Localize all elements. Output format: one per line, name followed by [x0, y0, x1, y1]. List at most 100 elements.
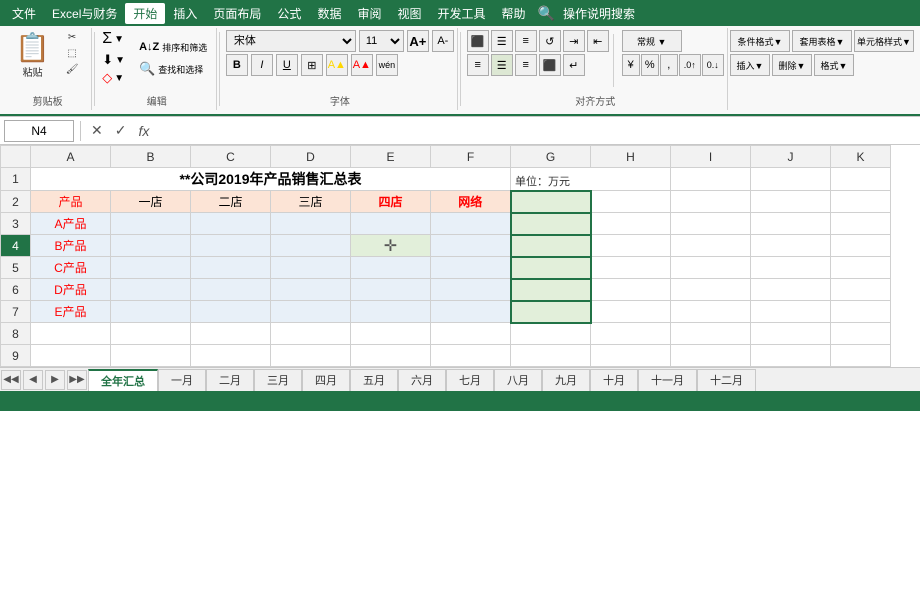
- sort-filter-button[interactable]: A↓Z 排序和筛选: [135, 37, 211, 57]
- col-header-G[interactable]: G: [511, 146, 591, 168]
- font-color-button[interactable]: A▲: [351, 54, 373, 76]
- align-middle-button[interactable]: ☰: [491, 30, 513, 52]
- cell-8K[interactable]: [831, 323, 891, 345]
- cell-5E[interactable]: [351, 257, 431, 279]
- menu-pagelayout[interactable]: 页面布局: [205, 3, 269, 24]
- table-format-button[interactable]: 套用表格▼: [792, 30, 852, 52]
- menu-insert[interactable]: 插入: [165, 3, 205, 24]
- title-cell[interactable]: **公司2019年产品销售汇总表: [31, 168, 511, 191]
- indent-less-button[interactable]: ⇤: [587, 30, 609, 52]
- sheet-tab-may[interactable]: 五月: [350, 369, 398, 391]
- header-store4[interactable]: 四店: [351, 191, 431, 213]
- cell-9C[interactable]: [191, 345, 271, 367]
- menu-data[interactable]: 数据: [309, 3, 349, 24]
- header-product[interactable]: 产品: [31, 191, 111, 213]
- cell-9J[interactable]: [751, 345, 831, 367]
- cell-9G[interactable]: [511, 345, 591, 367]
- cell-5C[interactable]: [191, 257, 271, 279]
- col-header-F[interactable]: F: [431, 146, 511, 168]
- cell-6K[interactable]: [831, 279, 891, 301]
- cell-8I[interactable]: [671, 323, 751, 345]
- cell-1J[interactable]: [751, 168, 831, 191]
- cell-9B[interactable]: [111, 345, 191, 367]
- conditional-format-button[interactable]: 条件格式▼: [730, 30, 790, 52]
- decimal-down-button[interactable]: 0.↓: [702, 54, 724, 76]
- cell-2H[interactable]: [591, 191, 671, 213]
- cell-3J[interactable]: [751, 213, 831, 235]
- cell-3D[interactable]: [271, 213, 351, 235]
- sheet-tab-mar[interactable]: 三月: [254, 369, 302, 391]
- row-header-2[interactable]: 2: [1, 191, 31, 213]
- cell-2G[interactable]: [511, 191, 591, 213]
- col-header-C[interactable]: C: [191, 146, 271, 168]
- cell-7G[interactable]: [511, 301, 591, 323]
- cell-8F[interactable]: [431, 323, 511, 345]
- menu-help[interactable]: 帮助: [494, 3, 534, 24]
- cell-3A[interactable]: A产品: [31, 213, 111, 235]
- cell-4K[interactable]: [831, 235, 891, 257]
- cell-4B[interactable]: [111, 235, 191, 257]
- menu-home[interactable]: 开始: [125, 3, 165, 24]
- cell-3B[interactable]: [111, 213, 191, 235]
- number-format-button[interactable]: 常规 ▼: [622, 30, 682, 52]
- cell-4C[interactable]: [191, 235, 271, 257]
- col-header-H[interactable]: H: [591, 146, 671, 168]
- comma-button[interactable]: ,: [660, 54, 678, 76]
- cell-style-button[interactable]: 单元格样式▼: [854, 30, 914, 52]
- sheet-nav-prev[interactable]: ◀: [23, 370, 43, 390]
- insert-function-icon[interactable]: fx: [134, 121, 153, 141]
- format-button[interactable]: 格式▼: [814, 54, 854, 76]
- cell-5A[interactable]: C产品: [31, 257, 111, 279]
- cell-4A[interactable]: B产品: [31, 235, 111, 257]
- cell-6H[interactable]: [591, 279, 671, 301]
- sheet-tab-jul[interactable]: 七月: [446, 369, 494, 391]
- cell-9A[interactable]: [31, 345, 111, 367]
- currency-button[interactable]: ¥: [622, 54, 640, 76]
- cell-5D[interactable]: [271, 257, 351, 279]
- cell-9K[interactable]: [831, 345, 891, 367]
- align-center-button[interactable]: ☰: [491, 54, 513, 76]
- format-painter-button[interactable]: 🖌: [58, 62, 86, 77]
- cell-2I[interactable]: [671, 191, 751, 213]
- font-size-select[interactable]: 11: [359, 30, 404, 52]
- cell-8G[interactable]: [511, 323, 591, 345]
- cell-7I[interactable]: [671, 301, 751, 323]
- text-direction-button[interactable]: ↺: [539, 30, 561, 52]
- cell-3C[interactable]: [191, 213, 271, 235]
- cell-7A[interactable]: E产品: [31, 301, 111, 323]
- formula-input[interactable]: [157, 120, 916, 142]
- row-header-7[interactable]: 7: [1, 301, 31, 323]
- header-store3[interactable]: 三店: [271, 191, 351, 213]
- sheet-tab-aug[interactable]: 八月: [494, 369, 542, 391]
- cell-7H[interactable]: [591, 301, 671, 323]
- insert-button[interactable]: 插入▼: [730, 54, 770, 76]
- sheet-tab-apr[interactable]: 四月: [302, 369, 350, 391]
- cell-1I[interactable]: [671, 168, 751, 191]
- special-char-button[interactable]: wén: [376, 54, 398, 76]
- align-bottom-button[interactable]: ≡: [515, 30, 537, 52]
- underline-button[interactable]: U: [276, 54, 298, 76]
- cell-7E[interactable]: [351, 301, 431, 323]
- fill-color-button[interactable]: A▲: [326, 54, 348, 76]
- cell-9E[interactable]: [351, 345, 431, 367]
- cell-6I[interactable]: [671, 279, 751, 301]
- cell-6J[interactable]: [751, 279, 831, 301]
- find-select-button[interactable]: 🔍 查找和选择: [135, 59, 211, 79]
- decimal-up-button[interactable]: .0↑: [679, 54, 701, 76]
- font-shrink-button[interactable]: A-: [432, 30, 454, 52]
- sheet-wrapper[interactable]: A B C D E F G H I J K 1 **公司2019年产品销售汇总: [0, 145, 920, 367]
- row-header-8[interactable]: 8: [1, 323, 31, 345]
- delete-button[interactable]: 删除▼: [772, 54, 812, 76]
- menu-file[interactable]: 文件: [4, 3, 44, 24]
- row-header-6[interactable]: 6: [1, 279, 31, 301]
- cell-9D[interactable]: [271, 345, 351, 367]
- italic-button[interactable]: I: [251, 54, 273, 76]
- cell-6E[interactable]: [351, 279, 431, 301]
- cell-8A[interactable]: [31, 323, 111, 345]
- sheet-tab-jan[interactable]: 一月: [158, 369, 206, 391]
- cell-7D[interactable]: [271, 301, 351, 323]
- header-store2[interactable]: 二店: [191, 191, 271, 213]
- align-top-button[interactable]: ⬛: [467, 30, 489, 52]
- cell-7C[interactable]: [191, 301, 271, 323]
- col-header-K[interactable]: K: [831, 146, 891, 168]
